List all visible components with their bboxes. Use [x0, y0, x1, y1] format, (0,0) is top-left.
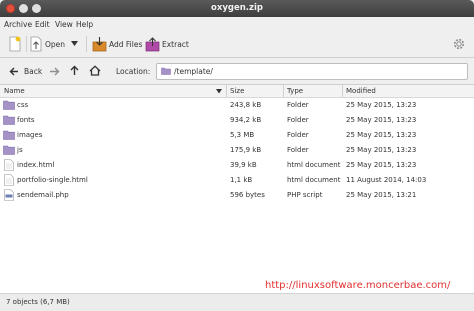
file-size: 243,8 kB [230, 101, 262, 109]
html-file-icon [4, 159, 14, 171]
file-type: html document [287, 176, 341, 184]
menu-bar: Archive Edit View Help [0, 17, 474, 31]
table-row[interactable]: index.html 39,9 kB html document 25 May … [0, 158, 474, 172]
folder-icon [3, 100, 15, 110]
sort-down-icon [216, 89, 222, 94]
file-type: PHP script [287, 191, 323, 199]
folder-icon [3, 145, 15, 155]
archive-manager-window: oxygen.zip Archive Edit View Help Open A… [0, 0, 474, 311]
file-type: html document [287, 161, 341, 169]
chevron-down-icon[interactable] [71, 41, 78, 47]
file-type: Folder [287, 131, 309, 139]
title-bar: oxygen.zip [0, 0, 474, 17]
file-name: js [17, 146, 23, 154]
column-divider[interactable] [283, 85, 284, 97]
file-modified: 11 August 2014, 14:03 [346, 176, 427, 184]
file-modified: 25 May 2015, 13:23 [346, 131, 417, 139]
toolbar-separator [26, 36, 27, 52]
file-size: 5,3 MB [230, 131, 255, 139]
add-files-button[interactable]: Add Files [109, 40, 142, 49]
column-divider[interactable] [342, 85, 343, 97]
forward-arrow-icon[interactable] [49, 67, 60, 76]
home-icon[interactable] [89, 65, 101, 76]
menu-edit[interactable]: Edit [35, 20, 50, 29]
table-row[interactable]: portfolio-single.html 1,1 kB html docume… [0, 173, 474, 187]
file-size: 596 bytes [230, 191, 265, 199]
file-modified: 25 May 2015, 13:23 [346, 101, 417, 109]
file-name: sendemail.php [17, 191, 69, 199]
column-size[interactable]: Size [230, 87, 244, 95]
watermark-text: http://linuxsoftware.moncerbae.com/ [265, 280, 451, 291]
location-label: Location: [116, 67, 151, 76]
folder-icon [3, 115, 15, 125]
gear-icon[interactable] [452, 37, 466, 51]
file-name: index.html [17, 161, 55, 169]
file-name: images [17, 131, 43, 139]
menu-view[interactable]: View [55, 20, 73, 29]
file-name: fonts [17, 116, 35, 124]
open-button[interactable]: Open [45, 40, 65, 49]
file-list: Name Size Type Modified css 243,8 kB Fol… [0, 85, 474, 293]
folder-icon [161, 67, 171, 75]
file-size: 1,1 kB [230, 176, 253, 184]
folder-icon [3, 130, 15, 140]
table-row[interactable]: js 175,9 kB Folder 25 May 2015, 13:23 [0, 143, 474, 157]
php-file-icon [4, 189, 14, 201]
file-type: Folder [287, 146, 309, 154]
menu-help[interactable]: Help [76, 20, 93, 29]
list-header: Name Size Type Modified [0, 85, 474, 98]
table-row[interactable]: css 243,8 kB Folder 25 May 2015, 13:23 [0, 98, 474, 112]
status-bar: 7 objects (6,7 MB) [0, 293, 474, 311]
column-type[interactable]: Type [287, 87, 303, 95]
file-size: 39,9 kB [230, 161, 257, 169]
extract-icon[interactable] [145, 36, 160, 52]
file-type: Folder [287, 101, 309, 109]
file-modified: 25 May 2015, 13:21 [346, 191, 417, 199]
window-title: oxygen.zip [211, 3, 263, 13]
new-archive-icon[interactable] [8, 36, 22, 52]
table-row[interactable]: sendemail.php 596 bytes PHP script 25 Ma… [0, 188, 474, 202]
file-modified: 25 May 2015, 13:23 [346, 161, 417, 169]
file-modified: 25 May 2015, 13:23 [346, 146, 417, 154]
up-arrow-icon[interactable] [70, 65, 79, 76]
column-name[interactable]: Name [4, 87, 25, 95]
back-button[interactable]: Back [24, 67, 42, 76]
file-type: Folder [287, 116, 309, 124]
location-field[interactable]: /template/ [156, 63, 468, 80]
file-size: 934,2 kB [230, 116, 262, 124]
file-size: 175,9 kB [230, 146, 262, 154]
file-modified: 25 May 2015, 13:23 [346, 116, 417, 124]
toolbar: Open Add Files Extract [0, 31, 474, 58]
table-row[interactable]: images 5,3 MB Folder 25 May 2015, 13:23 [0, 128, 474, 142]
open-icon[interactable] [30, 36, 42, 52]
location-path: /template/ [174, 67, 213, 76]
back-arrow-icon[interactable] [9, 67, 19, 76]
location-bar: Back Location: /template/ [0, 58, 474, 85]
file-name: css [17, 101, 29, 109]
file-name: portfolio-single.html [17, 176, 88, 184]
toolbar-separator [86, 36, 87, 52]
table-row[interactable]: fonts 934,2 kB Folder 25 May 2015, 13:23 [0, 113, 474, 127]
extract-button[interactable]: Extract [162, 40, 189, 49]
column-modified[interactable]: Modified [346, 87, 376, 95]
html-file-icon [4, 174, 14, 186]
status-text: 7 objects (6,7 MB) [6, 298, 70, 306]
menu-archive[interactable]: Archive [4, 20, 32, 29]
column-divider[interactable] [226, 85, 227, 97]
add-files-icon[interactable] [92, 36, 107, 52]
